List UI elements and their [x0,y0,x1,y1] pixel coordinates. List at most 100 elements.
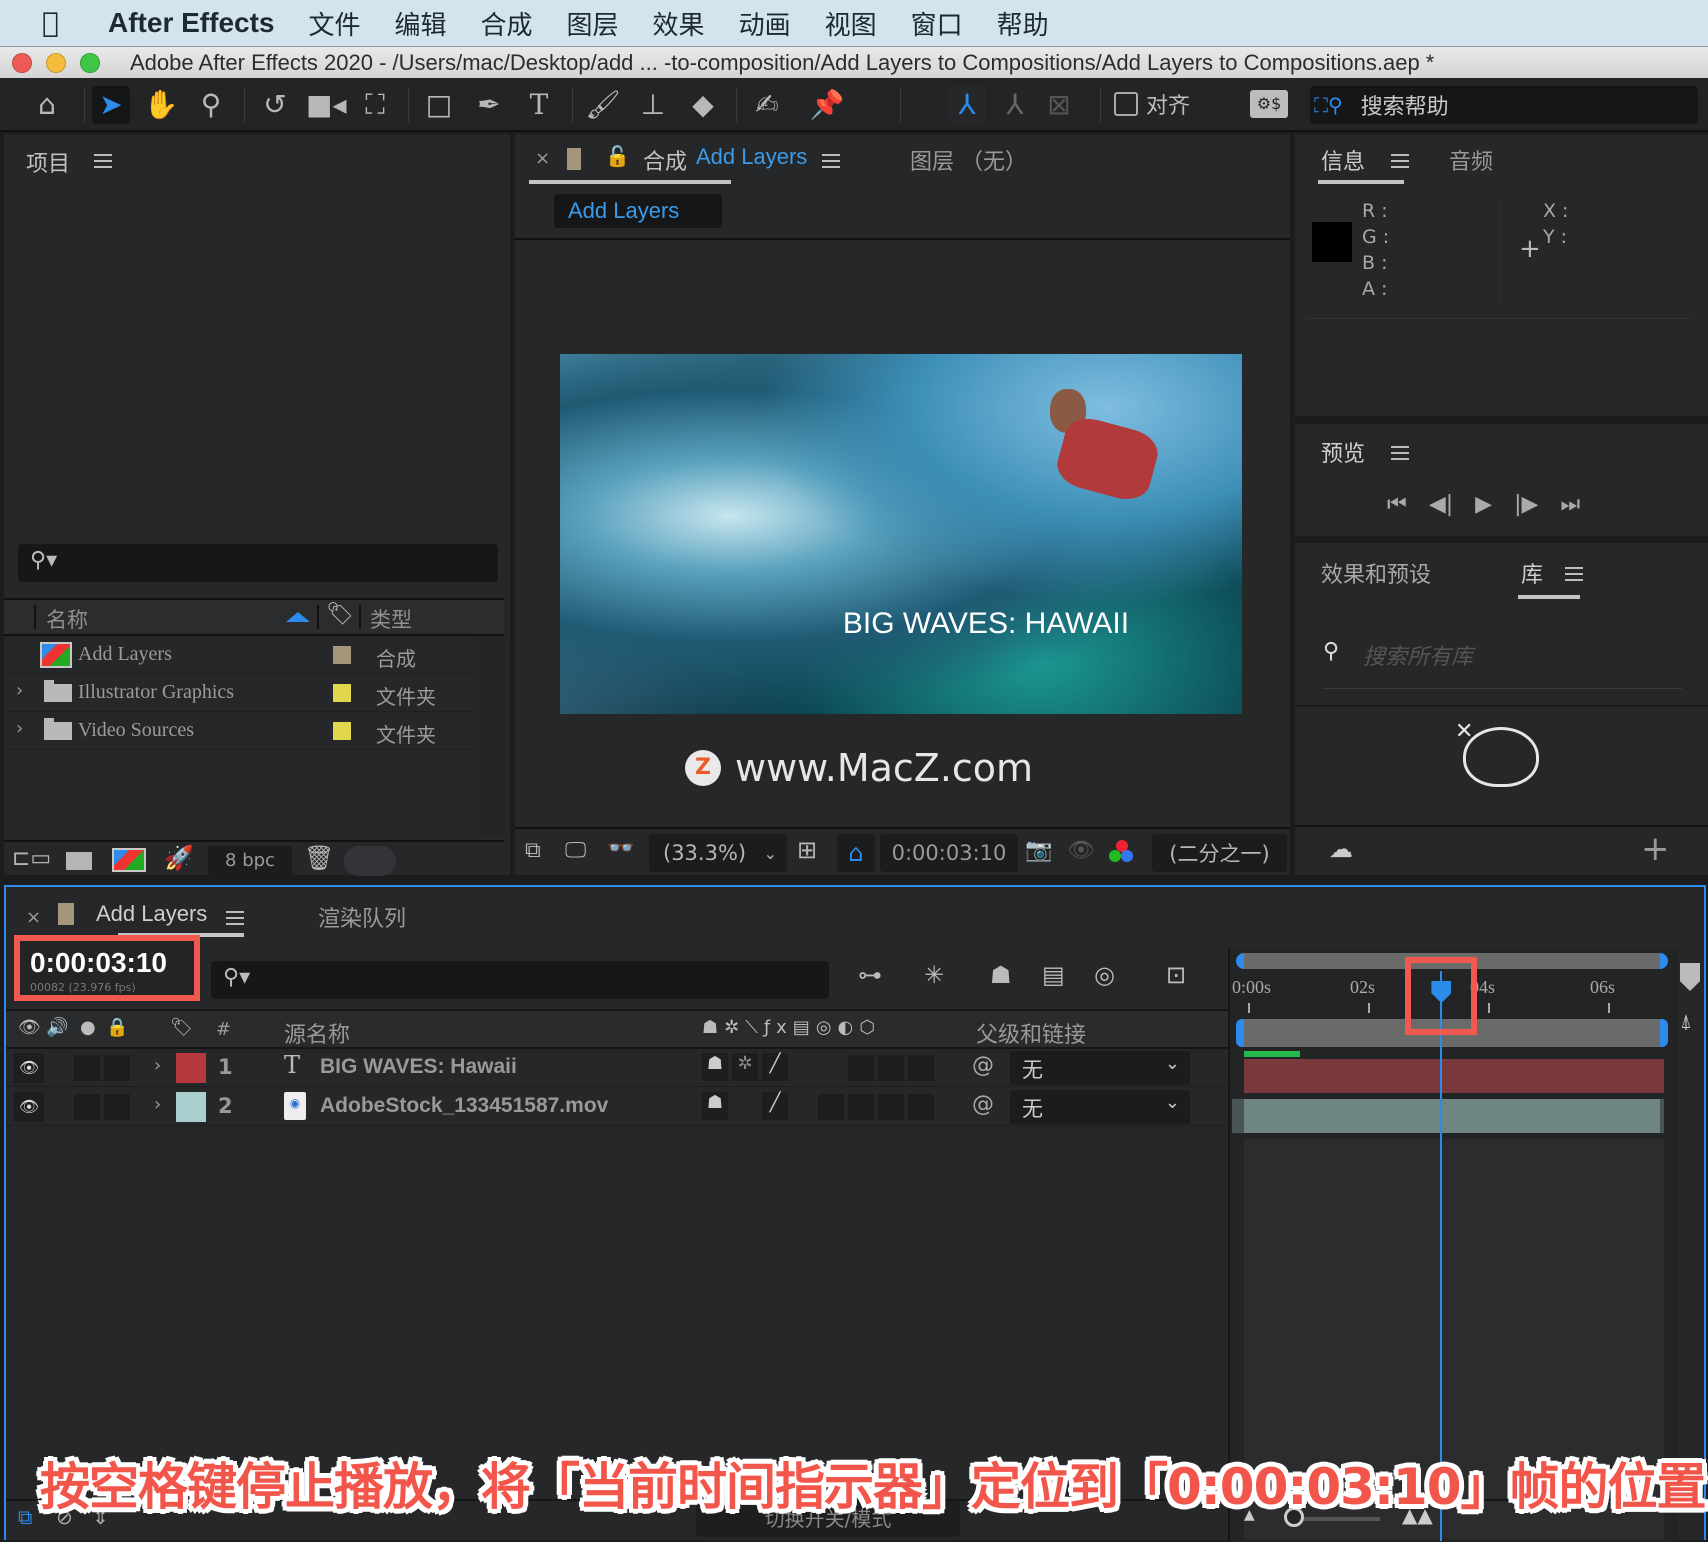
menu-file[interactable]: 文件 [308,5,360,42]
lock-toggle[interactable] [104,1055,130,1081]
zoom-window-button[interactable] [80,52,100,73]
always-preview-icon[interactable]: ⧉ [525,838,541,863]
solo-switch-icon[interactable]: ● [80,1017,96,1038]
visibility-eye-icon[interactable]: 👁 [14,1053,44,1083]
interpret-footage-icon[interactable]: ⊏▭ [12,846,51,871]
label-color-swatch[interactable] [333,722,351,740]
display-monitor-icon[interactable]: 🖵 [565,838,586,863]
layer-label-color[interactable] [176,1092,206,1122]
switch-box[interactable] [878,1055,904,1081]
solo-toggle[interactable] [74,1094,100,1120]
project-search-input[interactable]: ⚲▾ [18,544,498,582]
channel-rgb-icon[interactable] [1109,840,1135,866]
menu-layer[interactable]: 图层 [567,5,619,42]
thumbnail-toggle[interactable] [344,846,396,876]
rotate-tool-icon[interactable]: ↺ [256,86,294,124]
switch-box[interactable] [908,1055,934,1081]
menu-help[interactable]: 帮助 [997,5,1049,42]
brush-tool-icon[interactable]: 🖌 [584,86,622,124]
selection-tool-icon[interactable]: ➤ [92,86,130,124]
composition-viewer[interactable]: BIG WAVES: HAWAII [560,354,1242,714]
quality-switch[interactable]: ╱ [762,1092,788,1120]
apple-icon[interactable]:  [42,8,70,38]
comp-breadcrumb[interactable]: Add Layers [554,194,722,228]
resolution-dropdown[interactable]: (二分之一) [1152,834,1287,872]
play-icon[interactable]: ▶ [1475,492,1492,517]
hand-tool-icon[interactable]: ✋ [142,86,180,124]
search-help-field[interactable]: ⛶⚲ 搜索帮助 [1310,86,1698,124]
trash-icon[interactable]: 🗑 [304,844,334,872]
world-axis-icon[interactable]: ⅄ [996,86,1034,124]
shy-switch[interactable]: ☗ [702,1053,728,1081]
snapshot-camera-icon[interactable]: 📷 [1025,838,1052,863]
workspace-settings-icon[interactable]: ⚙$ [1250,90,1288,118]
menu-composition[interactable]: 合成 [481,5,533,42]
timeline-search-input[interactable]: ⚲▾ [211,961,829,999]
align-checkbox[interactable] [1114,92,1138,116]
switch-box[interactable] [848,1055,874,1081]
column-name-header[interactable]: 名称 [46,604,88,634]
project-item[interactable]: › Illustrator Graphics 文件夹 [8,674,478,712]
timeline-tab[interactable]: Add Layers [96,901,207,927]
layer-row[interactable]: 👁 › 2 ◉ AdobeStock_133451587.mov ☗ ╱ @ 无… [6,1088,1228,1126]
label-tag-icon[interactable]: 🏷 [326,602,354,627]
library-search-input[interactable]: 搜索所有库 [1363,639,1473,671]
zoom-tool-icon[interactable]: ⚲ [192,86,230,124]
view-axis-icon[interactable]: ⊠ [1040,86,1078,124]
label-tag-icon[interactable]: 🏷 [170,1017,193,1038]
switch-box[interactable] [878,1094,904,1120]
motion-blur-icon[interactable]: ◎ [1094,961,1115,989]
layer-label-color[interactable] [176,1053,206,1083]
project-scrollbar[interactable] [474,636,506,836]
label-color-swatch[interactable] [333,684,351,702]
source-name-header[interactable]: 源名称 [284,1017,350,1049]
switch-box[interactable] [818,1094,844,1120]
layer-bar-2[interactable] [1244,1099,1660,1133]
grid-guides-icon[interactable]: ⊞ [797,836,817,864]
comp-tab-name[interactable]: Add Layers [696,144,807,170]
render-queue-tab[interactable]: 渲染队列 [318,901,406,933]
pen-tool-icon[interactable]: ✒ [470,86,508,124]
info-tab[interactable]: 信息 [1321,144,1365,176]
switch-box[interactable] [848,1094,874,1120]
library-menu-icon[interactable] [1565,567,1583,581]
project-menu-icon[interactable] [94,154,112,168]
layer-bar-1[interactable] [1244,1059,1664,1093]
last-frame-icon[interactable]: ⏭ [1560,492,1580,517]
menu-view[interactable]: 视图 [825,5,877,42]
lock-toggle[interactable] [104,1094,130,1120]
rectangle-tool-icon[interactable]: □ [420,86,458,124]
layer-number-header[interactable]: # [216,1019,231,1040]
draft-3d-icon[interactable]: ✳ [924,961,944,989]
parent-link-header[interactable]: 父级和链接 [976,1017,1086,1049]
eraser-tool-icon[interactable]: ◆ [684,86,722,124]
pick-whip-icon[interactable]: @ [972,1053,994,1078]
menu-edit[interactable]: 编辑 [395,5,447,42]
video-switch-icon[interactable]: 👁 [18,1017,41,1038]
comp-marker-bin-icon[interactable] [1680,963,1700,991]
preview-title[interactable]: 预览 [1321,436,1365,468]
project-item[interactable]: › Video Sources 文件夹 [8,712,478,750]
expand-chevron-icon[interactable]: › [154,1094,161,1115]
camera-tool-icon[interactable]: ■◂ [306,86,347,124]
type-tool-icon[interactable]: T [520,86,558,124]
info-menu-icon[interactable] [1391,154,1409,168]
menu-effect[interactable]: 效果 [653,5,705,42]
lock-switch-icon[interactable]: 🔒 [106,1017,128,1038]
home-icon[interactable]: ⌂ [28,86,66,124]
timeline-menu-icon[interactable] [226,911,244,925]
project-item[interactable]: Add Layers 合成 品 [8,636,500,674]
layer-switches-toggle-icon[interactable]: ⧉ [18,1505,32,1529]
close-tab-icon[interactable]: × [535,148,550,169]
new-composition-icon[interactable] [112,848,146,872]
menu-window[interactable]: 窗口 [911,5,963,42]
adobe-media-encoder-icon[interactable]: 🚀 [164,844,194,872]
composition-mini-flowchart-icon[interactable]: ⊶ [858,961,882,989]
menu-app-name[interactable]: After Effects [108,7,274,39]
switch-box[interactable] [908,1094,934,1120]
roto-brush-tool-icon[interactable]: ✍ [748,86,786,124]
comp-tab-prefix[interactable]: 合成 [643,144,687,176]
close-tab-icon[interactable]: × [26,907,41,928]
solo-toggle[interactable] [74,1055,100,1081]
library-tab[interactable]: 库 [1521,557,1543,589]
